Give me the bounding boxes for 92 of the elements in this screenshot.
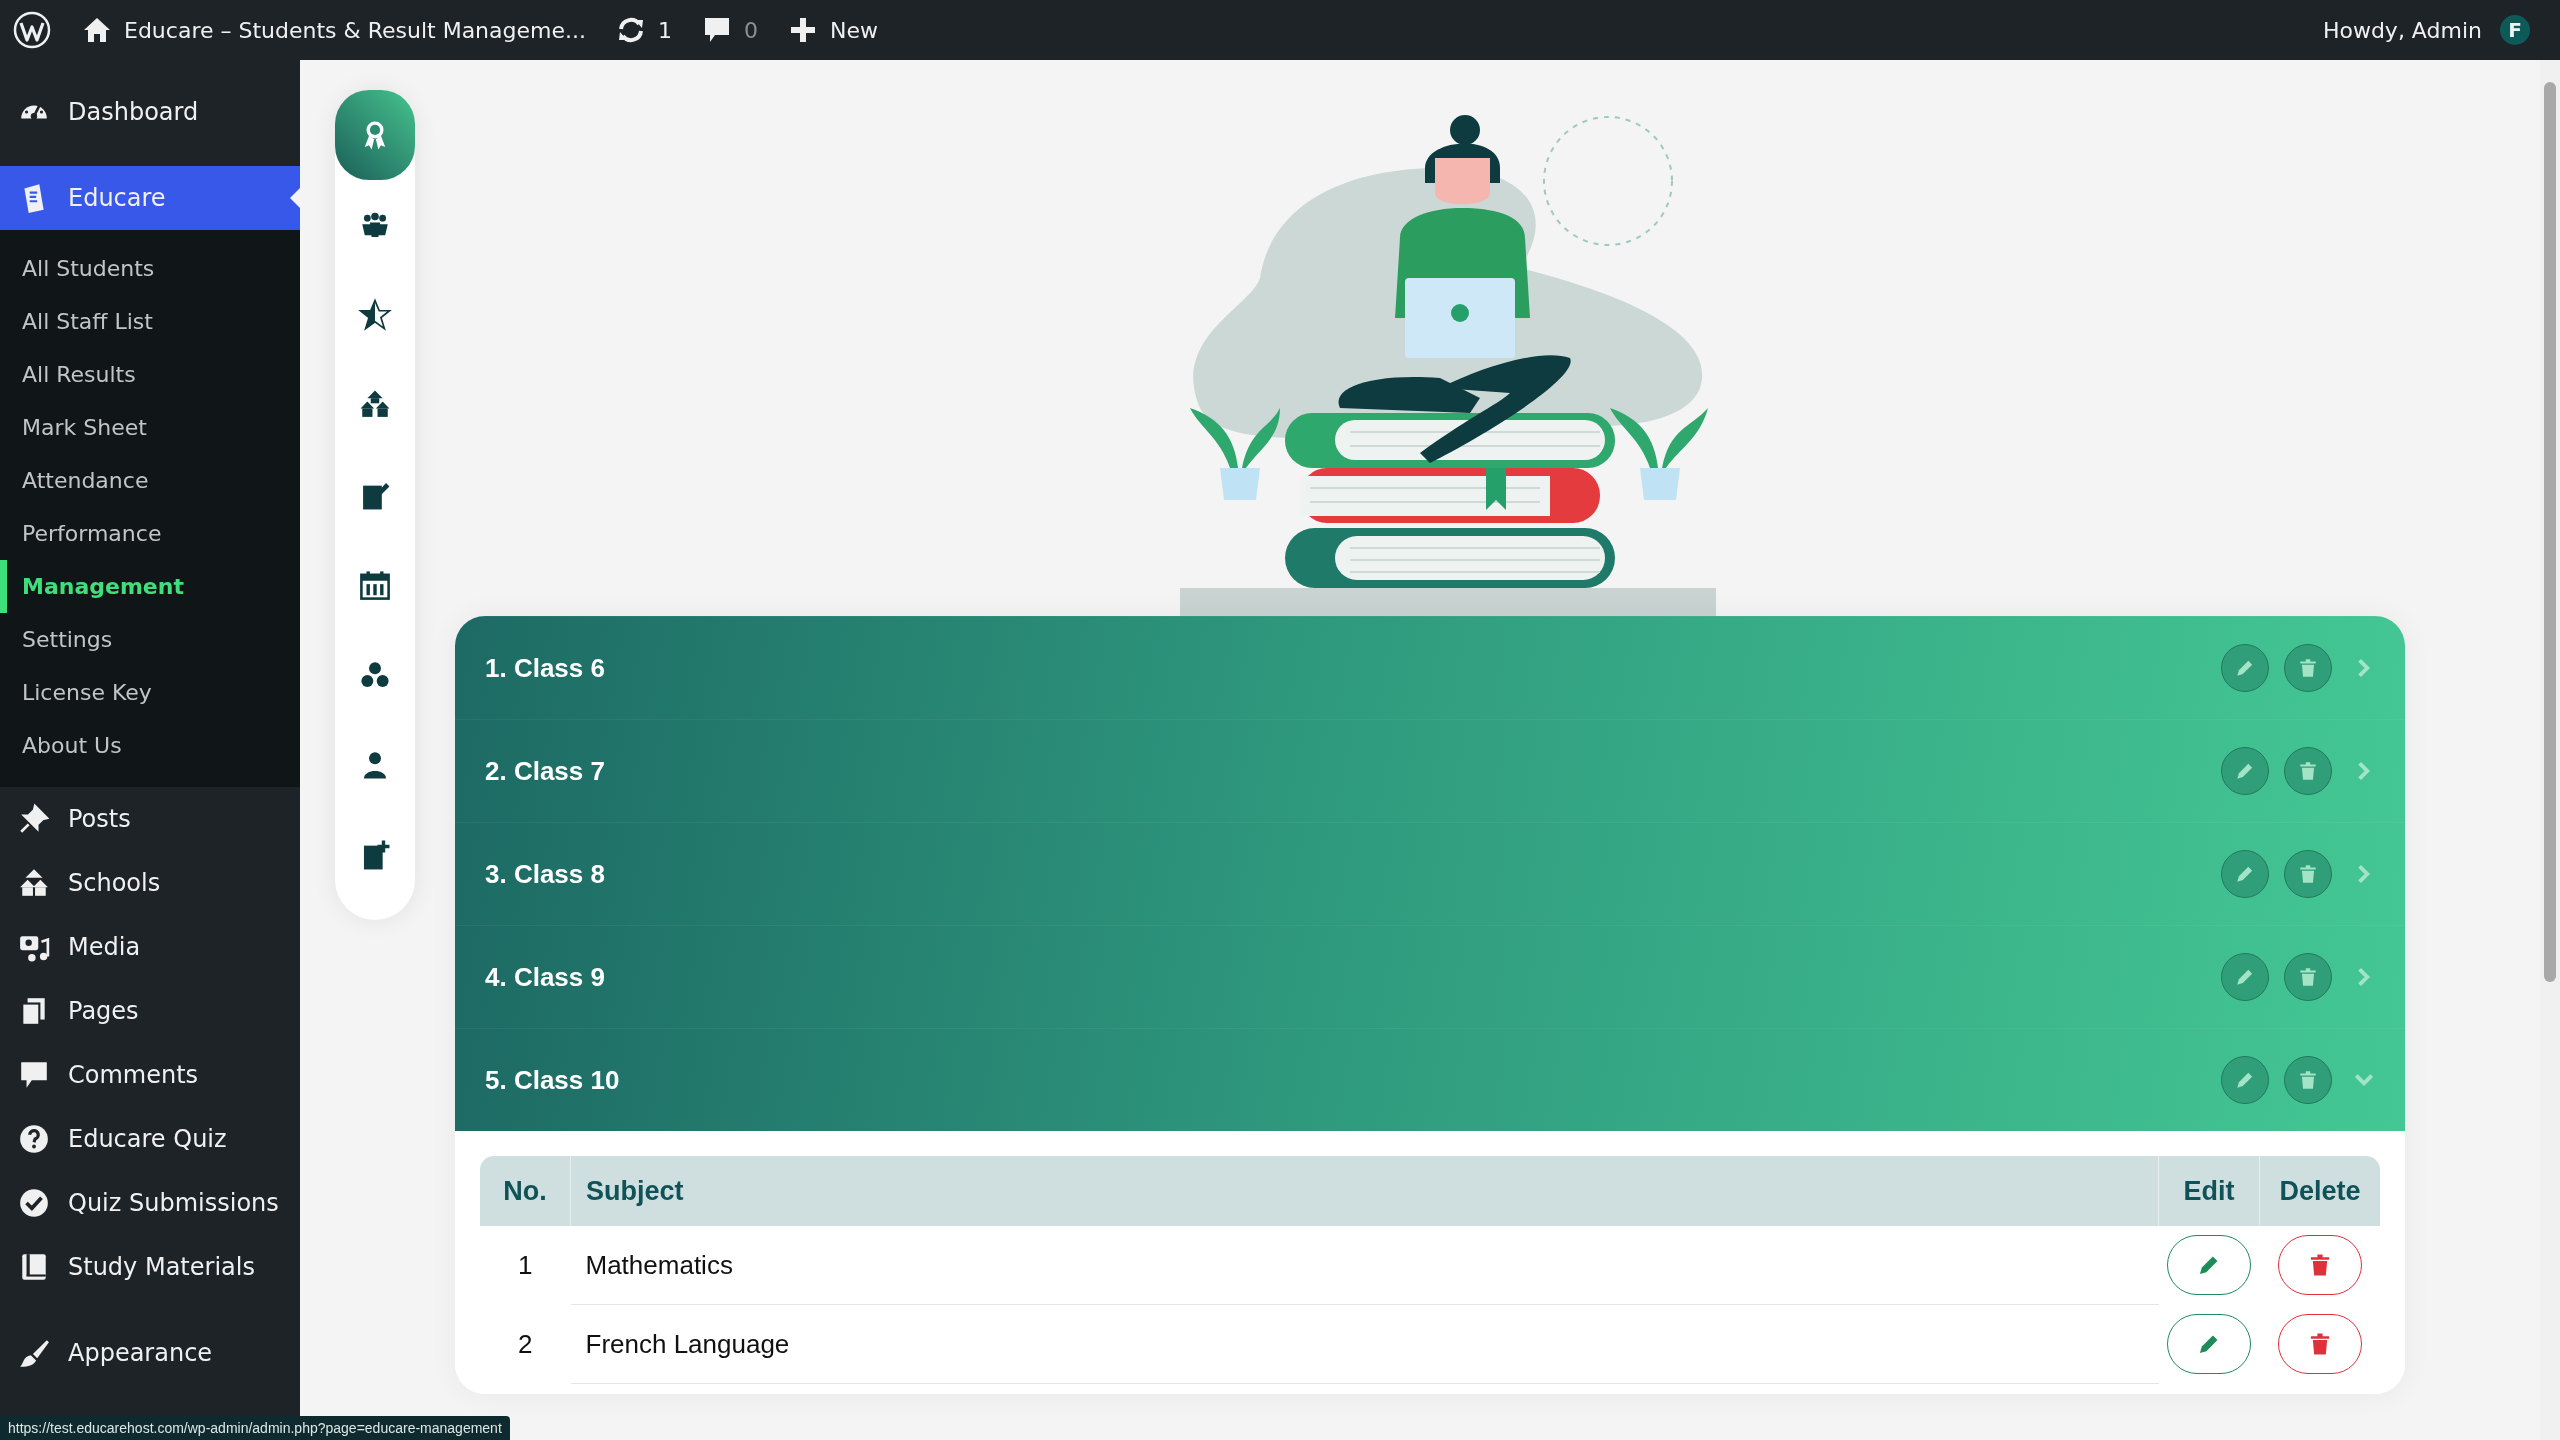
class-row[interactable]: 1. Class 6 — [455, 616, 2405, 719]
table-cell: Mathematics — [570, 1226, 2159, 1305]
menu-item[interactable]: Media — [0, 915, 300, 979]
menu-label: Comments — [68, 1061, 199, 1089]
new-label: New — [830, 17, 878, 43]
menu-label: Quiz Submissions — [68, 1189, 279, 1217]
menu-item[interactable]: Schools — [0, 851, 300, 915]
menu-label: Study Materials — [68, 1253, 255, 1281]
wordpress-logo-icon[interactable] — [12, 10, 52, 50]
calendar-icon — [358, 568, 392, 602]
trash-icon — [2297, 760, 2319, 782]
greeting: Howdy, Admin — [2322, 17, 2482, 43]
menu-label: Media — [68, 933, 141, 961]
submenu-item[interactable]: License Key — [0, 666, 300, 719]
scrollbar[interactable] — [2540, 60, 2560, 1440]
submenu-item[interactable]: Settings — [0, 613, 300, 666]
edit-button[interactable] — [2221, 850, 2269, 898]
column-header: Subject — [570, 1156, 2159, 1226]
pin-icon — [18, 803, 50, 835]
delete-button[interactable] — [2284, 1056, 2332, 1104]
delete-button[interactable] — [2284, 747, 2332, 795]
submenu-item[interactable]: All Staff List — [0, 295, 300, 348]
tool-nav-item[interactable] — [335, 90, 415, 180]
edit-button[interactable] — [2221, 644, 2269, 692]
site-title-link[interactable]: Educare – Students & Result Manageme... — [82, 15, 586, 45]
brush-icon — [18, 1337, 50, 1369]
trash-icon — [2297, 863, 2319, 885]
class-title: 4. Class 9 — [485, 961, 605, 993]
delete-button[interactable] — [2284, 644, 2332, 692]
comments-count: 0 — [744, 17, 758, 43]
check-icon — [18, 1187, 50, 1219]
submenu-item[interactable]: Mark Sheet — [0, 401, 300, 454]
status-url: https://test.educarehost.com/wp-admin/admin.php?page=educare-management — [0, 1416, 510, 1440]
edit-button[interactable] — [2221, 953, 2269, 1001]
menu-label: Posts — [68, 805, 131, 833]
submenu-item[interactable]: About Us — [0, 719, 300, 772]
menu-label: Educare Quiz — [68, 1125, 227, 1153]
menu-label: Educare — [68, 184, 166, 212]
trash-icon — [2297, 657, 2319, 679]
class-title: 5. Class 10 — [485, 1064, 620, 1096]
class-row[interactable]: 5. Class 10 — [455, 1028, 2405, 1131]
class-row[interactable]: 4. Class 9 — [455, 925, 2405, 1028]
submenu-item[interactable]: Management — [0, 560, 300, 613]
trash-icon — [2297, 1069, 2319, 1091]
menu-label: Dashboard — [68, 98, 199, 126]
delete-button[interactable] — [2284, 953, 2332, 1001]
menu-label: Pages — [68, 997, 139, 1025]
refresh-icon — [616, 15, 646, 45]
comments-link[interactable]: 0 — [702, 15, 758, 45]
edit-button[interactable] — [2221, 747, 2269, 795]
table-cell-text: 2 — [517, 1327, 534, 1361]
updates-count: 1 — [658, 17, 672, 43]
menu-label: Appearance — [68, 1339, 213, 1367]
edit-button[interactable] — [2221, 1056, 2269, 1104]
class-row[interactable]: 3. Class 8 — [455, 822, 2405, 925]
menu-item[interactable]: Dashboard — [0, 80, 300, 144]
half-star-icon — [358, 298, 392, 332]
updates-link[interactable]: 1 — [616, 15, 672, 45]
home-icon — [82, 15, 112, 45]
delete-button[interactable] — [2284, 850, 2332, 898]
site-title: Educare – Students & Result Manageme... — [124, 17, 586, 43]
trash-icon — [2297, 966, 2319, 988]
menu-item[interactable]: Appearance — [0, 1321, 300, 1385]
new-link[interactable]: New — [788, 15, 878, 45]
menu-item[interactable]: Educare Quiz — [0, 1107, 300, 1171]
menu-item[interactable]: Posts — [0, 787, 300, 851]
column-header: Delete — [2259, 1156, 2380, 1226]
menu-item[interactable]: Comments — [0, 1043, 300, 1107]
plus-icon — [788, 15, 818, 45]
menu-item[interactable]: Educare — [0, 166, 300, 230]
table-cell: 1 — [480, 1226, 571, 1305]
table-cell: French Language — [570, 1304, 2159, 1384]
column-header: Edit — [2158, 1156, 2260, 1226]
class-title: 2. Class 7 — [485, 755, 605, 787]
menu-item[interactable]: Pages — [0, 979, 300, 1043]
column-header: No. — [480, 1156, 571, 1226]
class-title: 3. Class 8 — [485, 858, 605, 890]
menu-item[interactable]: Study Materials — [0, 1235, 300, 1299]
class-title: 1. Class 6 — [485, 652, 605, 684]
account-link[interactable]: Howdy, Admin F — [2322, 15, 2530, 45]
submenu-item[interactable]: All Students — [0, 242, 300, 295]
avatar-logo: F — [2500, 15, 2530, 45]
class-row[interactable]: 2. Class 7 — [455, 719, 2405, 822]
submenu-item[interactable]: Attendance — [0, 454, 300, 507]
menu-item[interactable]: Quiz Submissions — [0, 1171, 300, 1235]
question-icon — [18, 1123, 50, 1155]
submenu-item[interactable]: Performance — [0, 507, 300, 560]
submenu-item[interactable]: All Results — [0, 348, 300, 401]
delete-button[interactable] — [2277, 1314, 2362, 1374]
edit-button[interactable] — [2167, 1314, 2251, 1374]
menu-label: Schools — [68, 869, 161, 897]
houses-icon — [18, 867, 50, 899]
